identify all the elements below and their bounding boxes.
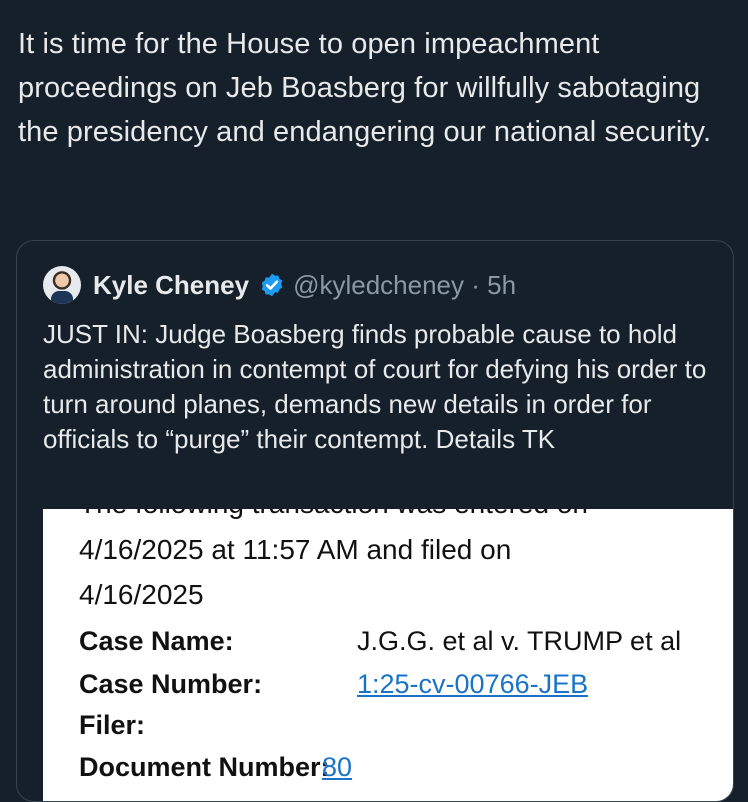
- tweet-text: It is time for the House to open impeach…: [18, 28, 712, 148]
- document-entry-line: 4/16/2025 at 11:57 AM and filed on: [79, 534, 512, 565]
- court-document-image[interactable]: The following transaction was entered on…: [43, 509, 733, 801]
- filer-label: Filer:: [79, 710, 146, 740]
- case-name-value: J.G.G. et al v. TRUMP et al: [357, 626, 682, 656]
- case-name-label: Case Name:: [79, 626, 234, 656]
- case-number-label: Case Number:: [79, 669, 263, 699]
- document-number-link[interactable]: 80: [322, 752, 352, 783]
- avatar[interactable]: [43, 266, 81, 304]
- quoted-tweet-header: Kyle Cheney @kyledcheney · 5h: [43, 265, 516, 305]
- document-date-line: 4/16/2025: [79, 579, 204, 610]
- quoted-tweet-card[interactable]: Kyle Cheney @kyledcheney · 5h JUST IN: J…: [16, 240, 734, 802]
- case-number-link[interactable]: 1:25-cv-00766-JEB: [357, 669, 588, 700]
- document-number-label: Document Number:: [79, 752, 330, 782]
- author-name[interactable]: Kyle Cheney: [93, 270, 249, 301]
- document-cutoff-line: The following transaction was entered on: [79, 509, 588, 521]
- quoted-tweet-text: JUST IN: Judge Boasberg finds probable c…: [43, 319, 707, 454]
- verified-badge-icon: [261, 273, 283, 297]
- author-handle-time[interactable]: @kyledcheney · 5h: [293, 270, 516, 301]
